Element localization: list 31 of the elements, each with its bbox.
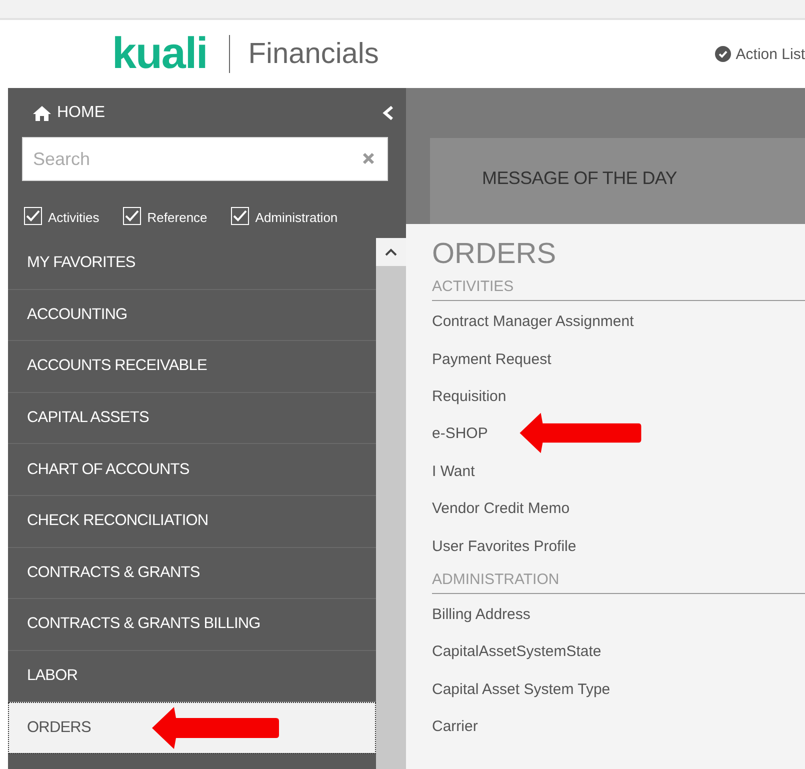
menu-link[interactable]: Billing Address (432, 596, 805, 634)
collapse-icon[interactable] (382, 105, 394, 121)
section-heading: ADMINISTRATION (432, 564, 805, 594)
home-icon (32, 104, 52, 122)
menu-link[interactable]: CapitalAssetSystemState (432, 633, 805, 671)
checkbox[interactable] (231, 207, 250, 225)
menu-link[interactable]: Payment Request (432, 340, 805, 378)
clear-icon[interactable] (362, 152, 375, 165)
scrollbar[interactable] (376, 238, 406, 769)
scroll-up-icon[interactable] (385, 248, 397, 256)
section-heading: ACTIVITIES (432, 272, 805, 301)
menu-link[interactable]: Capital Asset System Type (432, 670, 805, 708)
menu-link[interactable]: e-SHOP (432, 415, 805, 453)
search-field[interactable]: Search (22, 137, 388, 181)
menu-link[interactable]: Requisition (432, 378, 805, 416)
checkbox[interactable] (24, 207, 42, 225)
menu-link[interactable]: Carrier (432, 708, 805, 746)
product-name: Financials (248, 38, 379, 70)
check-circle-icon (714, 46, 731, 62)
panel-title: ORDERS (432, 237, 558, 272)
menu-link[interactable]: User Favorites Profile (432, 527, 805, 565)
menu-link[interactable]: Vendor Credit Memo (432, 490, 805, 528)
menu-link[interactable]: Contract Manager Assignment (432, 303, 805, 340)
home-link[interactable]: HOME (32, 104, 105, 122)
checkbox-label: Activities (48, 210, 100, 225)
action-list-link[interactable]: Action List (714, 46, 805, 62)
checkbox[interactable] (123, 207, 142, 225)
checkbox-label: Reference (147, 210, 208, 225)
card-title: MESSAGE OF THE DAY (482, 168, 677, 188)
menu-link[interactable]: I Want (432, 452, 805, 490)
checkbox-label: Administration (255, 210, 338, 225)
